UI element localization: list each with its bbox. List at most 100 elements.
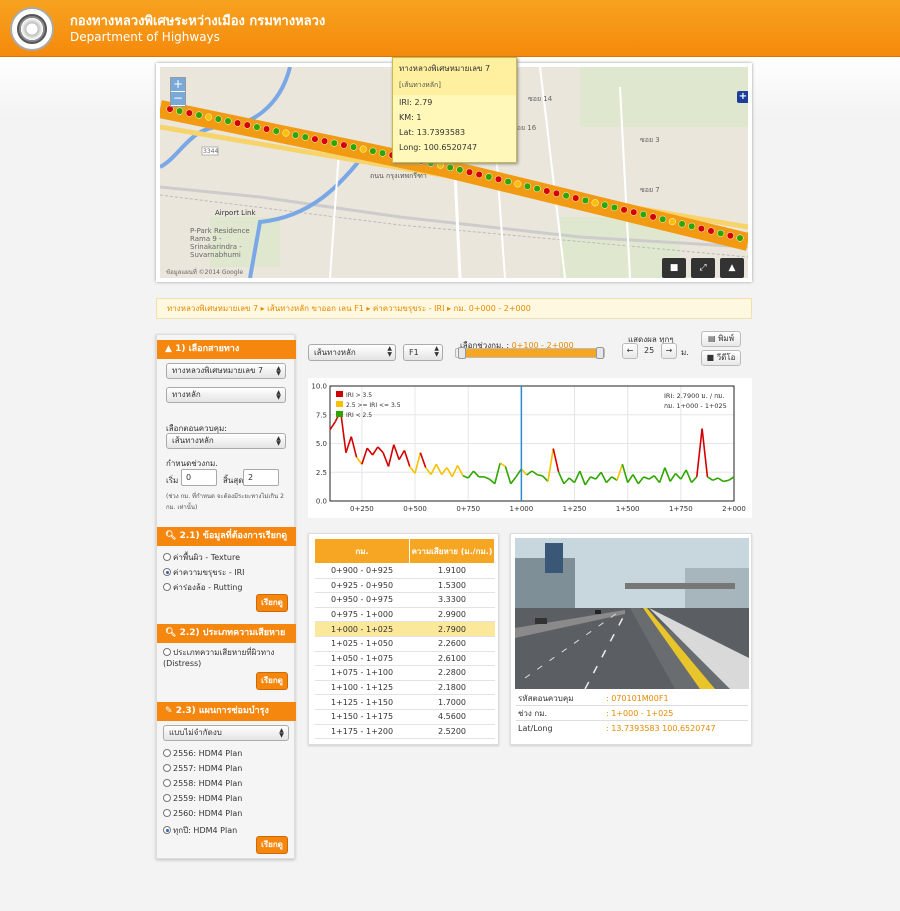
map-marker[interactable]	[263, 125, 271, 133]
map-marker[interactable]	[552, 189, 560, 197]
slider-handle-start[interactable]	[458, 347, 466, 359]
map-marker[interactable]	[205, 113, 213, 121]
map-marker[interactable]	[378, 149, 387, 157]
map-marker[interactable]	[726, 232, 734, 240]
increase-interval-button[interactable]: →	[661, 343, 677, 359]
map-marker[interactable]	[543, 187, 551, 195]
map-marker[interactable]	[697, 225, 705, 233]
map-marker[interactable]	[688, 222, 696, 230]
view-plan-button[interactable]: เรียกดู	[256, 836, 288, 854]
map-marker[interactable]	[224, 117, 232, 125]
map-marker[interactable]	[359, 145, 367, 153]
map-marker[interactable]	[533, 185, 541, 193]
radio-plan-2556[interactable]: 2556: HDM4 Plan	[163, 749, 242, 758]
iri-line-segment[interactable]	[723, 479, 729, 483]
map-marker[interactable]	[234, 119, 242, 127]
map-marker[interactable]	[514, 180, 522, 188]
slider-handle-end[interactable]	[596, 347, 604, 359]
map-marker[interactable]	[562, 192, 570, 200]
radio-circle[interactable]	[163, 749, 171, 757]
radio-iri[interactable]: ค่าความขรุขระ - IRI	[163, 566, 245, 579]
map-marker[interactable]	[176, 107, 184, 115]
table-row[interactable]: 1+125 - 1+150 1.7000	[314, 694, 495, 710]
map-marker[interactable]	[292, 131, 300, 139]
control-select[interactable]: เส้นทางหลัก ▲ ▼	[166, 433, 286, 449]
map-marker[interactable]	[659, 215, 667, 223]
map-marker[interactable]	[214, 115, 222, 123]
map-collapse-button[interactable]: ▲	[720, 258, 744, 278]
map-marker[interactable]	[717, 229, 725, 237]
map-marker[interactable]	[350, 143, 358, 151]
radio-circle[interactable]	[163, 794, 171, 802]
map-marker[interactable]	[456, 166, 464, 174]
map-marker[interactable]	[649, 213, 657, 221]
table-row[interactable]: 0+950 - 0+975 3.3300	[314, 592, 495, 608]
decrease-interval-button[interactable]: ←	[622, 343, 638, 359]
map-marker[interactable]	[504, 178, 512, 186]
table-row[interactable]: 1+000 - 1+025 2.7900	[314, 621, 495, 637]
radio-circle[interactable]	[163, 764, 171, 772]
map-marker[interactable]	[311, 135, 319, 143]
end-km-input[interactable]: 2	[243, 469, 279, 486]
view-data-button[interactable]: เรียกดู	[256, 594, 288, 612]
lane-type-select[interactable]: เส้นทางหลัก ▲ ▼	[308, 344, 396, 361]
radio-plan-all[interactable]: ทุกปี: HDM4 Plan	[163, 824, 237, 837]
map-marker[interactable]	[185, 109, 193, 117]
km-range-slider[interactable]	[455, 347, 605, 359]
print-button[interactable]: ▤ พิมพ์	[701, 331, 741, 347]
map-marker[interactable]	[630, 208, 638, 216]
radio-circle[interactable]	[163, 809, 171, 817]
table-row[interactable]: 0+925 - 0+950 1.5300	[314, 578, 495, 594]
iri-line-segment[interactable]	[537, 473, 543, 477]
map-marker[interactable]	[485, 173, 493, 181]
map-marker[interactable]	[581, 196, 589, 204]
map-marker[interactable]	[272, 127, 280, 135]
map-zoom-control[interactable]: + −	[170, 77, 186, 107]
radio-plan-2559[interactable]: 2559: HDM4 Plan	[163, 794, 242, 803]
table-row[interactable]: 0+975 - 1+000 2.9900	[314, 607, 495, 623]
map-marker[interactable]	[446, 163, 454, 172]
map-marker[interactable]	[639, 210, 647, 219]
table-row[interactable]: 1+075 - 1+100 2.2800	[314, 665, 495, 681]
map-marker[interactable]	[253, 123, 261, 131]
map-marker[interactable]	[321, 137, 329, 145]
map-marker[interactable]	[610, 203, 618, 212]
map-camera-button[interactable]: ■	[662, 258, 686, 278]
map-marker[interactable]	[678, 220, 686, 228]
radio-circle[interactable]	[163, 568, 171, 576]
radio-distress[interactable]: ประเภทความเสียหายที่ผิวทาง (Distress)	[163, 647, 288, 669]
road-photo[interactable]	[515, 538, 749, 689]
radio-plan-2557[interactable]: 2557: HDM4 Plan	[163, 764, 242, 773]
radio-circle[interactable]	[163, 553, 171, 561]
map-fullscreen-button[interactable]: ⤢	[691, 258, 715, 278]
map-marker[interactable]	[620, 206, 628, 214]
map-marker[interactable]	[523, 182, 532, 190]
map-marker[interactable]	[494, 175, 503, 183]
map-marker[interactable]	[707, 227, 715, 235]
route-type-select[interactable]: ทางหลัก ▲ ▼	[166, 387, 286, 403]
map-marker[interactable]	[572, 194, 580, 202]
map-marker[interactable]	[330, 139, 338, 147]
table-row[interactable]: 1+175 - 1+200 2.5200	[314, 724, 495, 740]
map-marker[interactable]	[195, 111, 203, 119]
radio-circle[interactable]	[163, 648, 171, 656]
map-marker[interactable]	[475, 170, 483, 179]
map-marker[interactable]	[301, 133, 309, 141]
video-button[interactable]: ■ วีดีโอ	[701, 350, 741, 366]
table-row[interactable]: 1+025 - 1+050 2.2600	[314, 636, 495, 652]
map-marker[interactable]	[282, 129, 290, 137]
zoom-out-button[interactable]: −	[171, 92, 185, 106]
view-distress-button[interactable]: เรียกดู	[256, 672, 288, 690]
radio-rutting[interactable]: ค่าร่องล้อ - Rutting	[163, 581, 242, 594]
map-marker[interactable]	[369, 147, 377, 155]
table-row[interactable]: 1+150 - 1+175 4.5600	[314, 709, 495, 725]
map-marker[interactable]	[243, 121, 251, 129]
radio-circle[interactable]	[163, 583, 171, 591]
radio-circle[interactable]	[163, 779, 171, 787]
radio-plan-2560[interactable]: 2560: HDM4 Plan	[163, 809, 242, 818]
map-marker[interactable]	[601, 201, 609, 209]
map-marker[interactable]	[340, 141, 348, 149]
start-km-input[interactable]: 0	[181, 469, 217, 486]
map-marker[interactable]	[465, 168, 474, 176]
table-row[interactable]: 0+900 - 0+925 1.9100	[314, 563, 495, 579]
